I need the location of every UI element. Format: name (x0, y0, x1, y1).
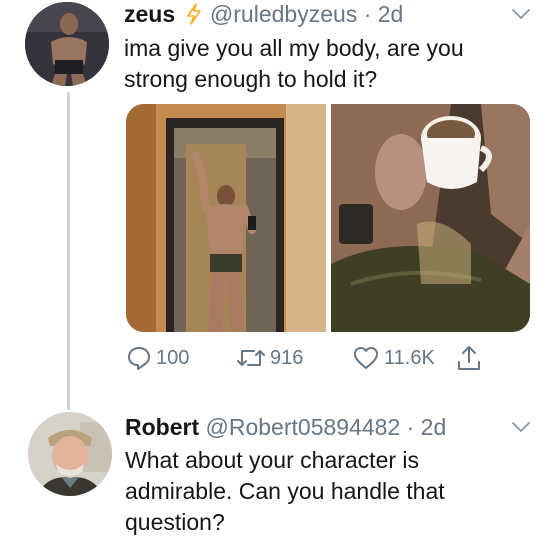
coffee-mug-photo[interactable] (331, 104, 530, 332)
reply-count: 100 (156, 346, 190, 369)
lightning-bolt-icon (186, 3, 202, 25)
thread-connector-line (67, 92, 70, 410)
retweet-button[interactable]: 916 (236, 343, 303, 373)
retweet-count: 916 (270, 346, 304, 369)
chevron-down-icon[interactable] (511, 7, 531, 21)
chevron-down-icon[interactable] (511, 420, 531, 434)
display-name[interactable]: Robert (125, 414, 199, 440)
timestamp[interactable]: · 2d (364, 1, 404, 27)
share-icon (458, 346, 480, 370)
reply-header: Robert @Robert05894482 · 2d (125, 413, 446, 441)
tweet-actions-bar: 100 916 11.6K (126, 343, 506, 373)
avatar[interactable] (28, 412, 112, 496)
tweet-text: ima give you all my body, are you strong… (124, 35, 464, 92)
mirror-selfie-photo[interactable] (126, 104, 326, 332)
share-button[interactable] (456, 343, 486, 373)
reply-text: What about your character is admirable. … (125, 447, 445, 535)
reply-button[interactable]: 100 (126, 343, 189, 373)
user-handle[interactable]: @ruledbyzeus (210, 1, 357, 27)
reply-icon (128, 347, 150, 370)
avatar[interactable] (25, 2, 109, 86)
like-icon (354, 347, 378, 369)
retweet-icon (237, 350, 265, 366)
like-button[interactable]: 11.6K (352, 343, 435, 373)
user-handle[interactable]: @Robert05894482 (206, 414, 401, 440)
tweet-media[interactable] (126, 104, 530, 332)
display-name[interactable]: zeus (124, 1, 175, 27)
tweet-header: zeus @ruledbyzeus · 2d (124, 0, 403, 28)
like-count: 11.6K (384, 346, 435, 369)
timestamp[interactable]: · 2d (407, 414, 447, 440)
